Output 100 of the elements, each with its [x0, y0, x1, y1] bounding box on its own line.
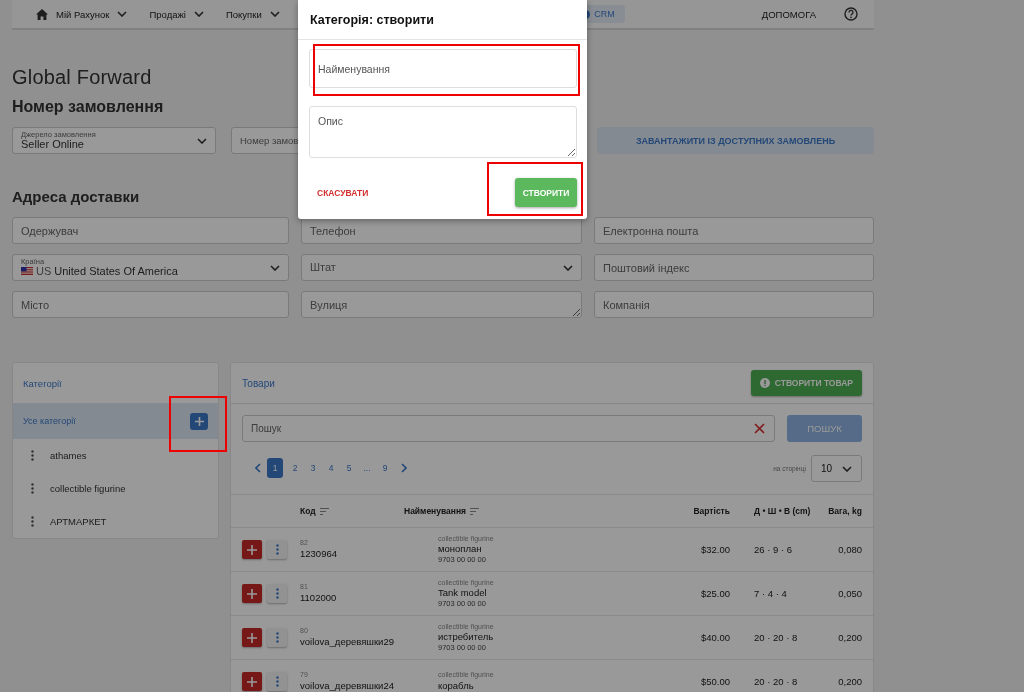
plus-icon: [247, 676, 257, 687]
section-heading: Номер замовлення: [12, 98, 164, 116]
kebab-menu-icon[interactable]: [31, 450, 34, 461]
cancel-button[interactable]: СКАСУВАТИ: [317, 187, 369, 198]
per-page-select[interactable]: 10: [810, 455, 862, 482]
add-product-button[interactable]: [242, 672, 262, 691]
product-name: Tank model: [438, 587, 488, 600]
text-area[interactable]: Вулиця: [301, 291, 582, 318]
chevron-down-icon: [270, 264, 280, 271]
product-name: моноплан: [438, 543, 483, 556]
plus-icon: [247, 544, 257, 555]
chevron-down-icon: [193, 11, 204, 17]
kebab-menu-icon[interactable]: [31, 483, 34, 494]
text-field[interactable]: Одержувач: [12, 217, 289, 244]
chevron-down-icon: [117, 11, 128, 17]
sort-icon[interactable]: [319, 507, 329, 515]
product-code: 1102000: [300, 591, 338, 604]
kebab-menu-icon[interactable]: [275, 632, 279, 643]
name-field[interactable]: Найменування: [309, 49, 577, 88]
text-field[interactable]: Електронна пошта: [594, 217, 874, 244]
more-button[interactable]: [267, 540, 287, 559]
panel-title: Товари: [242, 377, 275, 389]
text-field[interactable]: Поштовий індекс: [594, 254, 874, 281]
page-link[interactable]: 3: [305, 458, 321, 478]
nav-menu[interactable]: Покупки: [225, 8, 280, 20]
page-link[interactable]: ...: [359, 458, 375, 478]
chevron-down-icon: [563, 264, 573, 271]
page-link[interactable]: 9: [377, 458, 393, 478]
product-weight: 0,200: [838, 632, 862, 643]
product-weight: 0,200: [838, 676, 862, 687]
product-name: корабль: [438, 679, 475, 692]
more-button[interactable]: [267, 672, 287, 691]
page-title: Global Forward: [12, 66, 152, 89]
dialog-title: Категорія: створити: [298, 0, 587, 40]
product-price: $50.00: [700, 676, 730, 687]
load-orders-button[interactable]: ЗАВАНТАЖИТИ ІЗ ДОСТУПНИХ ЗАМОВЛЕНЬ: [597, 127, 874, 154]
kebab-menu-icon[interactable]: [275, 676, 279, 687]
product-dimensions: 26 · 9 · 6: [753, 544, 794, 555]
product-code: voilova_деревяшки29: [300, 635, 395, 648]
nav-menu[interactable]: Мій Рахунок: [56, 8, 128, 20]
category-item[interactable]: collectible figurine: [13, 472, 218, 505]
add-product-button[interactable]: [242, 540, 262, 559]
kebab-menu-icon[interactable]: [275, 544, 279, 555]
nav-link[interactable]: ДОПОМОГА: [761, 8, 816, 20]
category-item[interactable]: АРТМАРКЕТ: [13, 505, 218, 538]
plus-icon: [194, 416, 204, 426]
category-item[interactable]: Усе категорії: [13, 403, 218, 439]
plus-icon: [247, 632, 257, 643]
alert-icon: [759, 378, 770, 388]
category-item[interactable]: athames: [13, 439, 218, 472]
chevron-down-icon: [197, 137, 207, 144]
product-price: $40.00: [700, 632, 730, 643]
help-icon[interactable]: [844, 7, 858, 21]
column-header: Вартість: [693, 506, 730, 516]
kebab-menu-icon[interactable]: [275, 588, 279, 599]
product-dimensions: 20 · 20 · 8: [753, 632, 799, 643]
add-product-button[interactable]: [242, 584, 262, 603]
product-price: $32.00: [700, 544, 730, 555]
chevron-left-icon[interactable]: [255, 463, 261, 473]
product-code: 1230964: [300, 547, 338, 560]
create-button[interactable]: СТВОРИТИ: [515, 178, 577, 207]
product-dimensions: 20 · 20 · 8: [753, 676, 799, 687]
highlight-frame: [169, 396, 227, 452]
more-button[interactable]: [267, 628, 287, 647]
plus-icon: [247, 588, 257, 599]
home-icon[interactable]: [36, 8, 48, 20]
page-link[interactable]: 2: [287, 458, 303, 478]
text-field[interactable]: Компанія: [594, 291, 874, 318]
sort-icon[interactable]: [470, 507, 480, 515]
product-name: истребитель: [438, 631, 495, 644]
panel-title: Категорії: [22, 376, 63, 391]
page-link[interactable]: 5: [341, 458, 357, 478]
more-button[interactable]: [267, 584, 287, 603]
description-field[interactable]: Опис: [309, 106, 577, 158]
section-heading: Адреса доставки: [12, 188, 140, 205]
product-weight: 0,080: [838, 544, 862, 555]
create-product-button[interactable]: СТВОРИТИ ТОВАР: [750, 370, 862, 396]
product-price: $25.00: [700, 588, 730, 599]
page-link[interactable]: 1: [267, 458, 283, 478]
kebab-menu-icon[interactable]: [31, 516, 34, 527]
text-field[interactable]: Місто: [12, 291, 289, 318]
column-header: Вага, kg: [828, 506, 862, 516]
column-header: Д • Ш • В (cm): [753, 506, 812, 516]
add-category-button[interactable]: [190, 412, 208, 430]
text-field[interactable]: Телефон: [301, 217, 582, 244]
chevron-down-icon: [269, 11, 280, 17]
page-link[interactable]: 4: [323, 458, 339, 478]
product-dimensions: 7 · 4 · 4: [753, 588, 788, 599]
product-code: voilova_деревяшки24: [300, 679, 395, 692]
column-header[interactable]: Код: [300, 506, 404, 516]
column-header[interactable]: Найменування: [404, 506, 660, 516]
chevron-down-icon: [842, 465, 852, 472]
product-weight: 0,050: [838, 588, 862, 599]
add-product-button[interactable]: [242, 628, 262, 647]
clear-icon[interactable]: [754, 423, 765, 434]
select-field[interactable]: Штат: [301, 254, 582, 281]
search-field[interactable]: Пошук: [242, 415, 775, 442]
flag-icon: [21, 267, 33, 276]
chevron-right-icon[interactable]: [401, 463, 407, 473]
nav-menu[interactable]: Продажі: [149, 8, 204, 20]
